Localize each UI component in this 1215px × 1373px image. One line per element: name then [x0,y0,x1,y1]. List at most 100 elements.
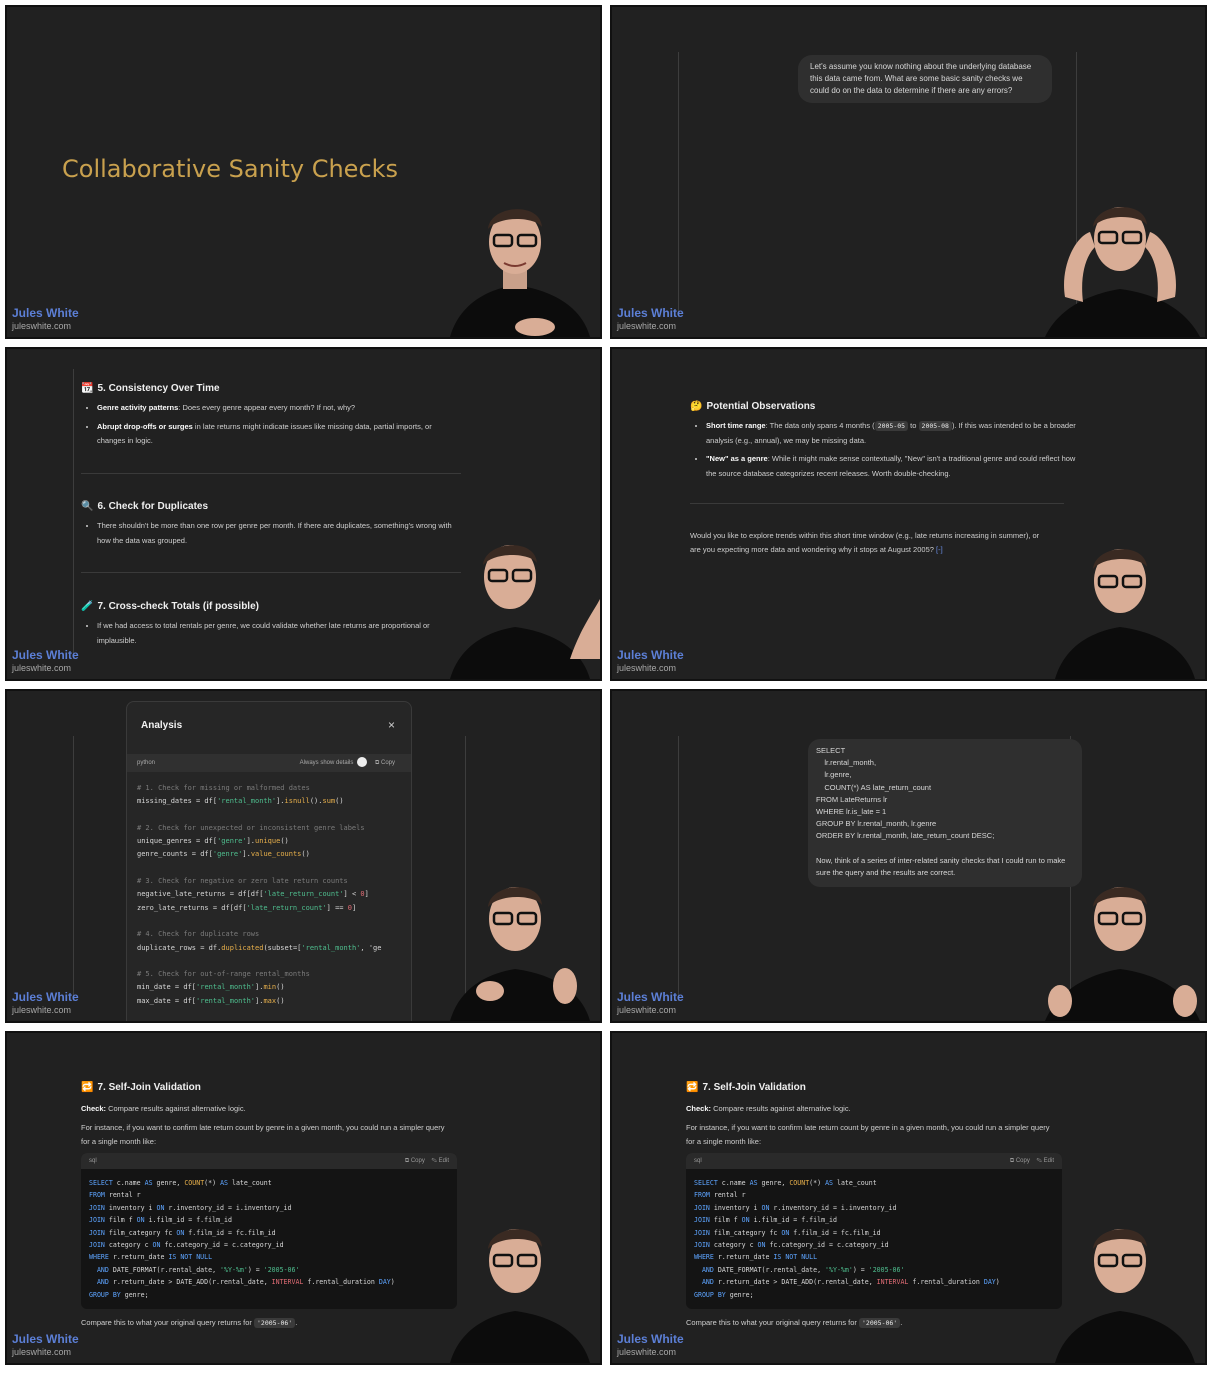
intro-text: For instance, if you want to confirm lat… [81,1123,445,1146]
brand-watermark: Jules White juleswhite.com [12,649,79,673]
brand-site: juleswhite.com [617,663,677,673]
repeat-icon: 🔁 [686,1082,699,1093]
list-item: Genre activity patterns: Does every genr… [97,401,457,416]
brand-name: Jules White [617,990,684,1004]
chat-gutter-left [678,736,679,1001]
video-frame-analysis: Analysis × python Always show details ⧉ … [5,689,602,1023]
repeat-icon: 🔁 [81,1082,94,1093]
code-language: sql [694,1158,702,1164]
brand-name: Jules White [617,1332,684,1346]
brand-name: Jules White [12,1332,79,1346]
brand-watermark: Jules White juleswhite.com [12,307,79,331]
brand-site: juleswhite.com [12,663,72,673]
edit-button[interactable]: ✎ Edit [1037,1158,1054,1164]
intro-text: For instance, if you want to confirm lat… [686,1123,1050,1146]
divider [690,503,1064,504]
check-line: Check: Compare results against alternati… [81,1104,246,1113]
section-heading-observations: 🤔 Potential Observations [690,401,816,412]
brand-name: Jules White [12,306,79,320]
list-item: Short time range: The data only spans 4 … [706,419,1082,448]
chat-gutter-left [73,369,74,659]
list-item: There shouldn't be more than one row per… [97,519,465,548]
video-frame-prompt: Let's assume you know nothing about the … [610,5,1207,339]
video-frame-checks: 📆5. Consistency Over Time Genre activity… [5,347,602,681]
presenter-video [450,209,590,337]
brand-name: Jules White [617,648,684,662]
close-icon[interactable]: × [388,718,395,732]
code-chip: '2005-06' [254,1318,296,1328]
section-heading-crosscheck: 🧪 7. Cross-check Totals (if possible) [81,601,259,612]
presenter-video [1055,1229,1195,1363]
sql-query-text: SELECT lr.rental_month, lr.genre, COUNT(… [816,746,995,841]
video-frame-self-join-1: 🔁 7. Self-Join Validation Check: Compare … [5,1031,602,1365]
code-chip: '2005-06' [859,1318,901,1328]
section-heading-duplicates: 🔍 6. Check for Duplicates [81,501,209,512]
brand-watermark: Jules White juleswhite.com [12,991,79,1015]
brand-watermark: Jules White juleswhite.com [12,1333,79,1357]
assistant-followup: Would you like to explore trends within … [690,531,1040,554]
section-heading-self-join: 🔁 7. Self-Join Validation [686,1082,806,1093]
sql-code-block: sql ⧉ Copy ✎ Edit SELECT c.name AS genre… [81,1153,457,1309]
brand-watermark: Jules White juleswhite.com [617,991,684,1015]
list-item: Abrupt drop-offs or surges in late retur… [97,420,457,449]
outro-text: Compare this to what your original query… [81,1318,298,1328]
magnifier-icon: 🔍 [81,501,94,512]
presenter-video [450,887,590,1021]
thinking-face-icon: 🤔 [690,401,703,412]
details-toggle[interactable] [357,757,368,768]
video-frame-observations: 🤔Potential Observations Short time range… [610,347,1207,681]
test-tube-icon: 🧪 [81,601,94,612]
code-header: python Always show details ⧉ Copy [127,754,411,772]
section-heading-consistency: 📆 5. Consistency Over Time [81,383,220,394]
section-heading-self-join: 🔁 7. Self-Join Validation [81,1082,201,1093]
presenter-video [450,1229,590,1363]
slide-title: Collaborative Sanity Checks [62,155,399,183]
brand-name: Jules White [12,648,79,662]
copy-button[interactable]: ⧉ Copy [375,760,395,766]
outro-text: Compare this to what your original query… [686,1318,903,1328]
presenter-video [1055,549,1195,679]
citation-link[interactable]: [-] [936,545,943,554]
bullet-list-observations: Short time range: The data only spans 4 … [690,419,1082,485]
copy-button[interactable]: ⧉ Copy [1010,1158,1030,1164]
sql-code: SELECT c.name AS genre, COUNT(*) AS late… [694,1179,1000,1299]
brand-name: Jules White [617,306,684,320]
bullet-list-consistency: Genre activity patterns: Does every genr… [81,401,457,453]
video-frame-title: Collaborative Sanity Checks Jules White … [5,5,602,339]
brand-watermark: Jules White juleswhite.com [617,1333,684,1357]
brand-site: juleswhite.com [12,1005,72,1015]
divider [81,473,461,474]
brand-site: juleswhite.com [12,321,72,331]
sql-code-block: sql ⧉ Copy ✎ Edit SELECT c.name AS genre… [686,1153,1062,1309]
code-header: sql ⧉ Copy ✎ Edit [81,1153,457,1169]
divider [81,572,461,573]
brand-site: juleswhite.com [617,1005,677,1015]
modal-title: Analysis [141,720,183,731]
presenter-video [1045,887,1200,1021]
brand-name: Jules White [12,990,79,1004]
brand-site: juleswhite.com [12,1347,72,1357]
list-item: "New" as a genre: While it might make se… [706,452,1082,481]
code-chip: 2005-08 [918,421,952,431]
list-item: If we had access to total rentals per ge… [97,619,437,648]
details-toggle-label: Always show details [299,760,354,766]
presenter-video [450,545,600,679]
bullet-list-crosscheck: If we had access to total rentals per ge… [81,619,437,652]
brand-watermark: Jules White juleswhite.com [617,649,684,673]
chat-gutter-left [678,52,679,317]
presenter-video [1045,207,1200,337]
bullet-list-duplicates: There shouldn't be more than one row per… [81,519,465,552]
brand-watermark: Jules White juleswhite.com [617,307,684,331]
edit-button[interactable]: ✎ Edit [432,1158,449,1164]
brand-site: juleswhite.com [617,1347,677,1357]
check-line: Check: Compare results against alternati… [686,1104,851,1113]
copy-button[interactable]: ⧉ Copy [405,1158,425,1164]
python-code: # 1. Check for missing or malformed date… [137,784,382,1005]
brand-site: juleswhite.com [617,321,677,331]
sql-code: SELECT c.name AS genre, COUNT(*) AS late… [89,1179,395,1299]
code-language: sql [89,1158,97,1164]
video-frame-self-join-2: 🔁 7. Self-Join Validation Check: Compare … [610,1031,1207,1365]
calendar-icon: 📆 [81,383,94,394]
code-header: sql ⧉ Copy ✎ Edit [686,1153,1062,1169]
video-frame-sql-prompt: SELECT lr.rental_month, lr.genre, COUNT(… [610,689,1207,1023]
